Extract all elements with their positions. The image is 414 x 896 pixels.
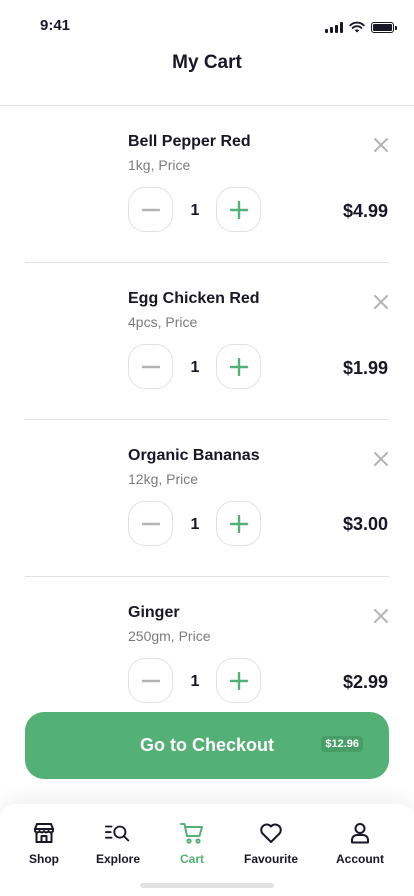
minus-icon (141, 208, 160, 211)
plus-icon (229, 514, 248, 533)
product-unit: 4pcs, Price (128, 314, 198, 330)
item-price: $2.99 (342, 672, 388, 692)
checkout-button[interactable]: Go to Checkout $12.96 (25, 712, 389, 779)
cart-list: Bell Pepper Red 1kg, Price 1 $4.99 Egg C… (0, 106, 414, 734)
decrease-quantity-button[interactable] (128, 344, 173, 389)
product-image (28, 289, 108, 369)
tab-label: Account (336, 852, 384, 866)
increase-quantity-button[interactable] (216, 658, 261, 703)
product-image (28, 603, 108, 683)
product-unit: 12kg, Price (128, 471, 199, 487)
cart-item: Organic Bananas 12kg, Price 1 $3.00 (0, 420, 414, 577)
tab-account[interactable]: Account (320, 820, 400, 866)
wifi-icon (349, 21, 365, 33)
minus-icon (141, 522, 160, 525)
item-price: $4.99 (342, 201, 388, 221)
product-name: Organic Bananas (128, 447, 260, 464)
plus-icon (229, 671, 248, 690)
product-image (28, 132, 108, 212)
decrease-quantity-button[interactable] (128, 187, 173, 232)
item-price: $3.00 (342, 514, 388, 534)
close-icon (374, 609, 388, 623)
battery-icon (371, 21, 397, 33)
tab-shop[interactable]: Shop (4, 820, 84, 866)
quantity-value: 1 (190, 202, 200, 219)
quantity-value: 1 (190, 673, 200, 690)
plus-icon (229, 357, 248, 376)
quantity-value: 1 (190, 516, 200, 533)
home-indicator (140, 883, 274, 888)
account-icon (347, 820, 373, 846)
minus-icon (141, 679, 160, 682)
signal-icon (325, 21, 343, 33)
close-icon (374, 295, 388, 309)
quantity-value: 1 (190, 359, 200, 376)
cart-item: Egg Chicken Red 4pcs, Price 1 $1.99 (0, 263, 414, 420)
checkout-total-badge: $12.96 (321, 736, 363, 752)
cart-icon (179, 820, 205, 846)
increase-quantity-button[interactable] (216, 501, 261, 546)
item-price: $1.99 (342, 358, 388, 378)
status-bar: 9:41 (0, 0, 414, 48)
cart-item: Ginger 250gm, Price 1 $2.99 (0, 577, 414, 734)
decrease-quantity-button[interactable] (128, 501, 173, 546)
product-unit: 1kg, Price (128, 157, 191, 173)
remove-item-button[interactable] (370, 448, 392, 470)
tab-explore[interactable]: Explore (78, 820, 158, 866)
increase-quantity-button[interactable] (216, 344, 261, 389)
tab-label: Shop (29, 852, 59, 866)
decrease-quantity-button[interactable] (128, 658, 173, 703)
remove-item-button[interactable] (370, 291, 392, 313)
checkout-label: Go to Checkout (140, 735, 274, 755)
plus-icon (229, 200, 248, 219)
product-name: Ginger (128, 604, 180, 621)
increase-quantity-button[interactable] (216, 187, 261, 232)
cart-item: Bell Pepper Red 1kg, Price 1 $4.99 (0, 106, 414, 263)
heart-icon (258, 820, 284, 846)
store-icon (31, 820, 57, 846)
tab-label: Favourite (243, 852, 298, 866)
close-icon (374, 452, 388, 466)
tab-label: Explore (95, 852, 140, 866)
product-name: Bell Pepper Red (128, 133, 251, 150)
status-icons (325, 21, 397, 33)
tab-label: Cart (179, 852, 204, 866)
product-unit: 250gm, Price (128, 628, 211, 644)
tab-cart[interactable]: Cart (152, 820, 232, 866)
product-name: Egg Chicken Red (128, 290, 260, 307)
status-time: 9:41 (40, 17, 71, 34)
remove-item-button[interactable] (370, 605, 392, 627)
remove-item-button[interactable] (370, 134, 392, 156)
tab-favourite[interactable]: Favourite (231, 820, 311, 866)
minus-icon (141, 365, 160, 368)
product-image (28, 446, 108, 526)
explore-icon (105, 820, 131, 846)
close-icon (374, 138, 388, 152)
page-title: My Cart (172, 52, 242, 73)
